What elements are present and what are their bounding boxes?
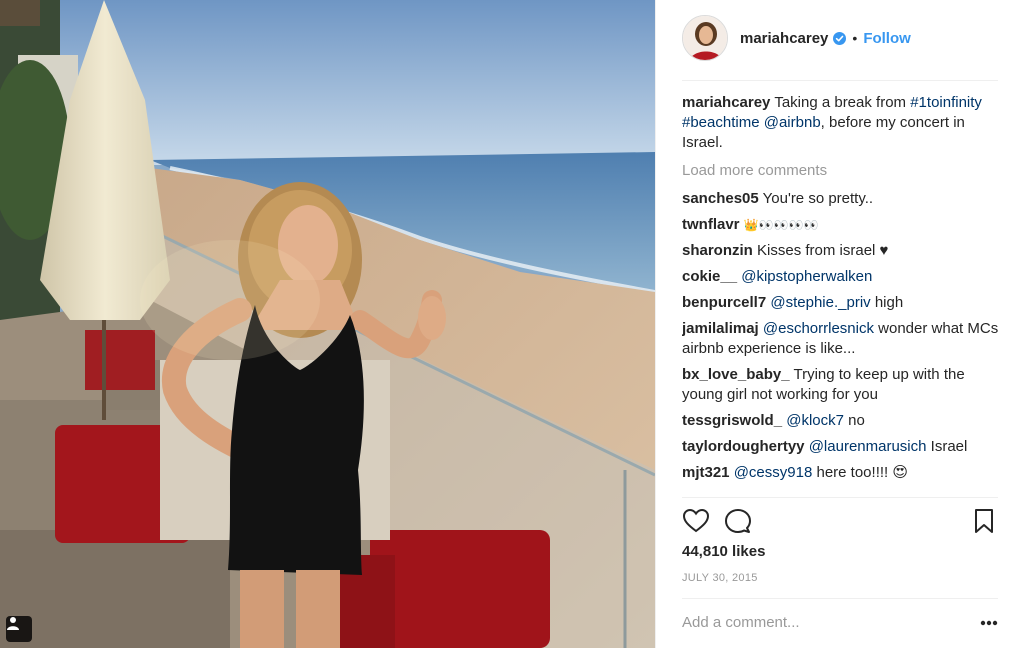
comment-mention[interactable]: @laurenmarusich bbox=[809, 438, 927, 455]
header-username[interactable]: mariahcarey bbox=[740, 30, 828, 47]
comment-username[interactable]: sanches05 bbox=[682, 190, 759, 207]
add-comment-divider bbox=[682, 598, 998, 599]
header-separator: • bbox=[852, 30, 858, 46]
comment-item: sharonzin Kisses from israel ♥ bbox=[682, 241, 1000, 261]
hashtag-link[interactable]: #beachtime bbox=[682, 114, 760, 131]
likes-count[interactable]: 44,810 likes bbox=[682, 543, 765, 560]
comment-mention[interactable]: @kipstopherwalken bbox=[741, 268, 872, 285]
comment-text: Israel bbox=[930, 438, 968, 455]
comment-item: twnflavr 👑👀👀👀👀 bbox=[682, 215, 1000, 235]
post-photo[interactable] bbox=[0, 0, 655, 648]
comment-item: jamilalimaj @eschorrlesnick wonder what … bbox=[682, 319, 1000, 359]
comment-item: mjt321 @cessy918 here too!!!! 😍 bbox=[682, 463, 1000, 483]
comment-item: sanches05 You're so pretty.. bbox=[682, 189, 1000, 209]
instagram-post-modal: mariahcarey • Follow mariahcarey Taking … bbox=[0, 0, 1024, 648]
user-tag-icon[interactable] bbox=[6, 616, 32, 642]
follow-button[interactable]: Follow bbox=[863, 30, 911, 47]
post-header: mariahcarey • Follow bbox=[682, 14, 998, 62]
comment-username[interactable]: mjt321 bbox=[682, 464, 730, 481]
heart-icon[interactable] bbox=[682, 507, 710, 535]
comment-username[interactable]: sharonzin bbox=[682, 242, 753, 259]
comment-username[interactable]: tessgriswold_ bbox=[682, 412, 782, 429]
post-actions bbox=[682, 507, 998, 537]
comment-text: You're so pretty.. bbox=[762, 190, 874, 207]
hashtag-link[interactable]: #1toinfinity bbox=[910, 94, 982, 111]
comment-icon[interactable] bbox=[724, 507, 752, 535]
post-date[interactable]: JULY 30, 2015 bbox=[682, 572, 758, 584]
comment-username[interactable]: bx_love_baby_ bbox=[682, 366, 790, 383]
load-more-comments-button[interactable]: Load more comments bbox=[682, 161, 1000, 181]
comment-text: high bbox=[874, 294, 904, 311]
post-caption: mariahcarey Taking a break from #1toinfi… bbox=[682, 93, 1000, 153]
post-side-panel: mariahcarey • Follow mariahcarey Taking … bbox=[655, 0, 1024, 648]
mention-link[interactable]: @airbnb bbox=[764, 114, 821, 131]
verified-badge-icon bbox=[833, 31, 847, 45]
comment-username[interactable]: jamilalimaj bbox=[682, 320, 759, 337]
comment-item: taylordoughertyy @laurenmarusich Israel bbox=[682, 437, 1000, 457]
comment-text: Kisses from israel ♥ bbox=[757, 242, 889, 259]
comment-item: bx_love_baby_ Trying to keep up with the… bbox=[682, 365, 1000, 405]
more-options-icon[interactable] bbox=[980, 620, 998, 626]
comment-mention[interactable]: @klock7 bbox=[786, 412, 844, 429]
comment-mention[interactable]: @cessy918 bbox=[734, 464, 813, 481]
comment-text: no bbox=[848, 412, 865, 429]
add-comment-input[interactable]: Add a comment... bbox=[682, 614, 800, 631]
comments-list: mariahcarey Taking a break from #1toinfi… bbox=[682, 93, 1000, 497]
comment-username[interactable]: cokie__ bbox=[682, 268, 737, 285]
comment-username[interactable]: taylordoughertyy bbox=[682, 438, 805, 455]
comment-item: cokie__ @kipstopherwalken bbox=[682, 267, 1000, 287]
beach-scene-image bbox=[0, 0, 655, 648]
caption-text-part-1: Taking a break from bbox=[774, 94, 911, 111]
bookmark-icon[interactable] bbox=[970, 507, 998, 535]
comment-mention[interactable]: @eschorrlesnick bbox=[763, 320, 874, 337]
header-divider bbox=[682, 80, 998, 81]
comment-username[interactable]: benpurcell7 bbox=[682, 294, 766, 311]
comment-text: here too!!!! 😍 bbox=[816, 464, 909, 481]
comment-item: benpurcell7 @stephie._priv high bbox=[682, 293, 1000, 313]
comment-text: 👑👀👀👀👀 bbox=[743, 218, 819, 232]
comment-item: tessgriswold_ @klock7 no bbox=[682, 411, 1000, 431]
caption-username[interactable]: mariahcarey bbox=[682, 94, 770, 111]
actions-divider bbox=[682, 497, 998, 498]
comment-username[interactable]: twnflavr bbox=[682, 216, 740, 233]
avatar[interactable] bbox=[682, 15, 728, 61]
comment-mention[interactable]: @stephie._priv bbox=[770, 294, 870, 311]
